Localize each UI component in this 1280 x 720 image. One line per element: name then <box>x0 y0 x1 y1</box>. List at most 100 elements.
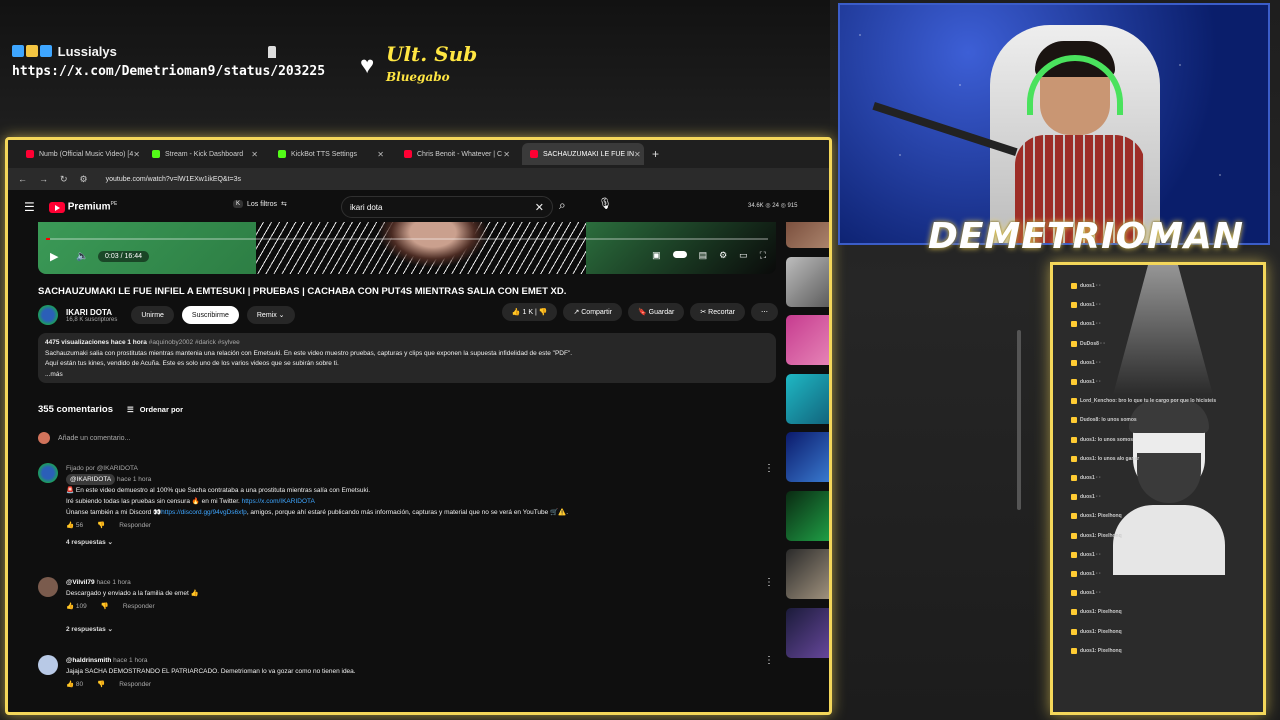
youtube-brand[interactable]: PremiumPE <box>68 201 117 212</box>
comment-avatar[interactable] <box>38 655 58 675</box>
youtube-logo-icon[interactable] <box>48 201 65 213</box>
reply-button[interactable]: Responder <box>123 601 155 612</box>
chat-text: duos1: Pixelhonq <box>1080 532 1122 539</box>
more-actions-button[interactable]: ⋯ <box>751 303 778 321</box>
twitter-link[interactable]: https://x.com/IKARIDOTA <box>242 498 315 505</box>
chat-message: duos1: Pixelhonq <box>1071 531 1122 541</box>
video-player[interactable]: ▶ 🔈 0:03 / 16:44 ▣ ▤ ⚙ ▭ ⛶ <box>38 222 776 274</box>
play-icon[interactable]: ▶ <box>50 250 58 263</box>
comment-author[interactable]: @haldrinsmith <box>66 657 111 664</box>
site-info-icon[interactable]: ⚙ <box>80 174 88 185</box>
close-tab-icon[interactable]: ✕ <box>377 150 384 159</box>
comment-line-2: Iré subiendo todas las pruebas sin censu… <box>66 496 756 507</box>
comment-like-button[interactable]: 👍 80 <box>66 679 83 690</box>
comment-avatar[interactable] <box>38 463 58 483</box>
autoplay-toggle[interactable] <box>672 251 687 258</box>
sort-label: Ordenar por <box>139 405 184 414</box>
chat-text: duos1 · · <box>1080 379 1101 385</box>
replies-toggle[interactable]: 2 respuestas ⌄ <box>66 624 756 635</box>
close-tab-icon[interactable]: ✕ <box>133 150 140 159</box>
page-scrollbar[interactable] <box>1017 330 1021 510</box>
close-tab-icon[interactable]: ✕ <box>503 150 510 159</box>
browser-tab[interactable]: SACHAUZUMAKI LE FUE IN ✕ <box>522 143 644 165</box>
new-tab-button[interactable]: + <box>652 147 659 161</box>
menu-icon[interactable]: ☰ <box>24 200 35 214</box>
comment-like-button[interactable]: 👍 109 <box>66 601 87 612</box>
theater-icon[interactable]: ▭ <box>739 250 748 261</box>
video-thumbnail[interactable]: 5:04 <box>786 432 829 482</box>
url-field[interactable]: youtube.com/watch?v=lW1EXw1ikEQ&t=3s <box>106 176 241 183</box>
reply-button[interactable]: Responder <box>119 520 151 531</box>
recommended-video[interactable]: 3:16Pasion de Gavilanes - Quien es ese h… <box>786 222 829 254</box>
search-input[interactable]: ikari dota ✕ <box>341 196 553 218</box>
comment-menu-icon[interactable]: ⋮ <box>764 655 774 666</box>
back-icon[interactable]: ← <box>18 174 27 184</box>
filters-button[interactable]: K Los filtros ⇆ <box>233 200 287 208</box>
microphone-icon[interactable]: 🎙 <box>598 197 612 210</box>
chat-text: duos1 · · <box>1080 590 1101 597</box>
channel-subs: 16,8 K suscriptores <box>66 316 118 323</box>
reply-button[interactable]: Responder <box>119 679 151 690</box>
comment-author[interactable]: @IKARIDOTA <box>66 474 116 485</box>
channel-avatar[interactable] <box>38 305 58 325</box>
volume-icon[interactable]: 🔈 <box>76 251 88 262</box>
video-thumbnail[interactable]: 3:46 <box>786 549 829 599</box>
recommended-video[interactable]: 4:37Alizée - J'ai pas vingt ans ! (Offic… <box>786 315 829 371</box>
comment-menu-icon[interactable]: ⋮ <box>764 463 774 474</box>
comment-like-button[interactable]: 👍 56 <box>66 520 83 531</box>
comment-dislike-icon[interactable]: 👎 <box>97 679 105 690</box>
video-thumbnail[interactable]: 3:31 <box>786 256 829 307</box>
discord-link[interactable]: https://discord.gg/94vgDs6xfp <box>161 509 247 516</box>
comment-body: @Vilvil79 hace 1 hora Descargado y envia… <box>66 577 756 635</box>
join-button[interactable]: Unirme <box>131 306 174 324</box>
description-box[interactable]: 4475 visualizaciones hace 1 hora #aquino… <box>38 333 776 383</box>
browser-tab[interactable]: KickBot TTS Settings ✕ <box>270 143 392 165</box>
sort-button[interactable]: ☰ Ordenar por <box>127 405 183 414</box>
comment-menu-icon[interactable]: ⋮ <box>764 577 774 588</box>
comment-avatar[interactable] <box>38 577 58 597</box>
tab-favicon-icon <box>530 150 538 158</box>
channel-name[interactable]: IKARI DOTA <box>66 308 117 317</box>
recommended-video[interactable]: 2:34👾 X Files Theme - Cumbia Drive 👽Cumb… <box>786 373 829 430</box>
browser-tab[interactable]: Numb (Official Music Video) [4 ✕ <box>18 143 140 165</box>
share-button[interactable]: ↗ Compartir <box>563 303 622 321</box>
progress-bar[interactable] <box>46 238 768 240</box>
subscribe-button[interactable]: Suscribirme <box>181 306 239 324</box>
reload-icon[interactable]: ↻ <box>60 174 68 185</box>
remix-button[interactable]: Remix ⌄ <box>246 306 295 324</box>
forward-icon[interactable]: → <box>39 174 48 184</box>
save-button[interactable]: 🔖 Guardar <box>627 303 685 321</box>
settings-icon[interactable]: ⚙ <box>719 250 727 261</box>
recommended-video[interactable]: Amor | Emmanuel Cortes × BOCCHI THE ROCK… <box>786 607 829 664</box>
add-comment-field[interactable]: Añade un comentario... <box>38 432 130 444</box>
comment-dislike-icon[interactable]: 👎 <box>97 520 105 531</box>
chat-badge-icon <box>1071 436 1077 443</box>
clear-search-icon[interactable]: ✕ <box>535 201 544 214</box>
search-icon[interactable]: ⌕ <box>559 198 566 213</box>
recommended-video[interactable]: 3:31Scatman (ski-ba-bop-ba-dop-bop) Offi… <box>786 256 829 313</box>
like-button[interactable]: 👍 1 K | 👎 <box>501 303 558 321</box>
miniplayer-icon[interactable]: ▣ <box>652 250 661 261</box>
desc-more-link[interactable]: ...más <box>45 370 769 381</box>
comment-author[interactable]: @Vilvil79 <box>66 579 95 586</box>
subtitles-icon[interactable]: ▤ <box>699 250 708 261</box>
video-thumbnail[interactable]: 2:34 <box>786 373 829 424</box>
video-thumbnail[interactable]: 3:07 <box>786 490 829 541</box>
comment-dislike-icon[interactable]: 👎 <box>101 601 109 612</box>
chat-text: duos1 · · <box>1080 551 1101 558</box>
clip-button[interactable]: ✂ Recortar <box>690 303 745 321</box>
replies-toggle[interactable]: 4 respuestas ⌄ <box>66 537 756 548</box>
video-thumbnail[interactable]: 3:16 <box>786 222 829 248</box>
recommended-video[interactable]: 5:04GOBLINCIANO VS EPSTEIN PELEA COMPLET… <box>786 432 829 488</box>
chat-message: duos1: lo unos alo ganar <box>1071 454 1139 464</box>
browser-tab[interactable]: Stream - Kick Dashboard ✕ <box>144 143 266 165</box>
close-tab-icon[interactable]: ✕ <box>634 150 641 159</box>
recommended-video[interactable]: 3:07D-Generation X - Are You Ready? | Cu… <box>786 490 829 547</box>
close-tab-icon[interactable]: ✕ <box>251 150 258 159</box>
browser-tab[interactable]: Chris Benoit - Whatever | C ✕ <box>396 143 518 165</box>
video-thumbnail[interactable] <box>786 607 829 658</box>
comment-like-count: 80 <box>75 681 84 688</box>
recommended-video[interactable]: 3:46Dalmata - Pasarela | Video OficialEl… <box>786 549 829 605</box>
video-thumbnail[interactable]: 4:37 <box>786 315 829 365</box>
fullscreen-icon[interactable]: ⛶ <box>760 250 766 261</box>
